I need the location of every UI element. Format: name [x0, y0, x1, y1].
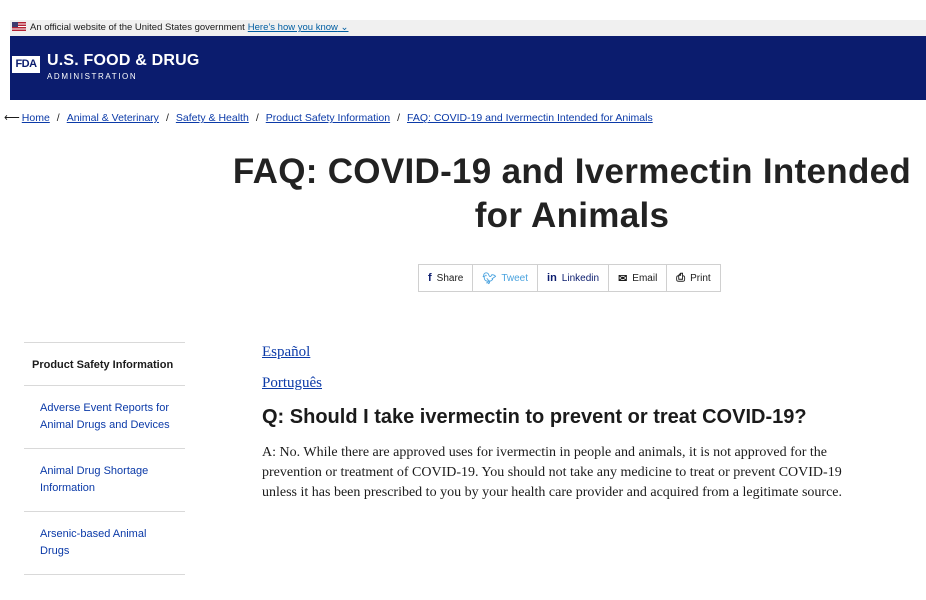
sidebar-item-adverse-event[interactable]: Adverse Event Reports for Animal Drugs a… [24, 386, 185, 449]
share-linkedin-button[interactable]: in Linkedin [538, 265, 610, 291]
linkedin-icon: in [547, 272, 557, 284]
page-title: FAQ: COVID-19 and Ivermectin Intended fo… [232, 152, 912, 235]
breadcrumb-safety-health[interactable]: Safety & Health [176, 112, 249, 124]
share-twitter-button[interactable]: 🐦︎ Tweet [473, 265, 539, 291]
faq-question: Q: Should I take ivermectin to prevent o… [262, 406, 807, 428]
email-icon: ✉ [618, 272, 628, 285]
gov-banner-text: An official website of the United States… [30, 22, 245, 33]
main-content: Español Português Q: Should I take iverm… [262, 344, 902, 503]
gov-banner: An official website of the United States… [10, 20, 926, 36]
breadcrumb-product-safety[interactable]: Product Safety Information [266, 112, 390, 124]
twitter-icon: 🐦︎ [482, 272, 497, 285]
agency-name[interactable]: U.S. FOOD & DRUG [47, 52, 200, 70]
site-header: FDA U.S. FOOD & DRUG ADMINISTRATION [10, 36, 926, 100]
lang-portuguese-link[interactable]: Português [262, 375, 902, 392]
sidebar-item-arsenic-drugs[interactable]: Arsenic-based Animal Drugs [24, 512, 185, 575]
how-you-know-link[interactable]: Here’s how you know ⌄ [248, 22, 349, 33]
share-email-button[interactable]: ✉ Email [609, 265, 668, 291]
breadcrumb-home[interactable]: Home [22, 112, 50, 124]
chevron-down-icon: ⌄ [340, 22, 349, 33]
sidebar-heading[interactable]: Product Safety Information [24, 343, 185, 386]
share-facebook-button[interactable]: f Share [419, 265, 474, 291]
back-arrow-icon: ⟵ [4, 112, 20, 124]
fda-logo[interactable]: FDA [12, 56, 40, 73]
share-toolbar: f Share 🐦︎ Tweet in Linkedin ✉ Email ⎙ Print [418, 264, 721, 292]
agency-subname: ADMINISTRATION [47, 72, 138, 81]
print-button[interactable]: ⎙ Print [667, 265, 719, 291]
breadcrumb-current[interactable]: FAQ: COVID-19 and Ivermectin Intended fo… [407, 112, 653, 124]
us-flag-icon [12, 21, 26, 31]
sidebar-item-drug-shortage[interactable]: Animal Drug Shortage Information [24, 449, 185, 512]
print-icon: ⎙ [676, 271, 686, 284]
lang-spanish-link[interactable]: Español [262, 344, 902, 361]
facebook-icon: f [428, 272, 432, 284]
faq-answer: A: No. While there are approved uses for… [262, 445, 843, 500]
breadcrumb: ⟵ Home / Animal & Veterinary / Safety & Healt… [4, 112, 653, 124]
breadcrumb-animal-veterinary[interactable]: Animal & Veterinary [67, 112, 159, 124]
sidebar-nav: Product Safety Information Adverse Event… [24, 342, 185, 575]
